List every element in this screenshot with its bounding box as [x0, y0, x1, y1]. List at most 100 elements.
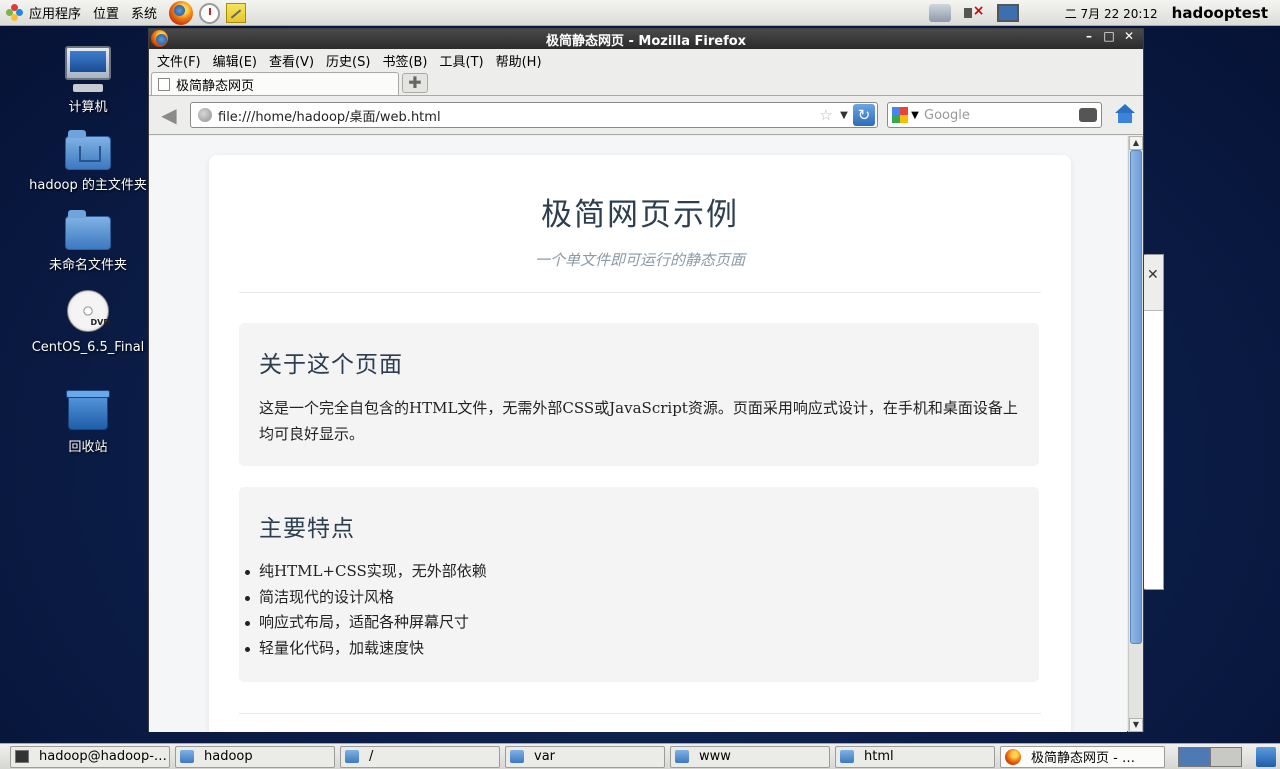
system-menu[interactable]: 系统: [125, 0, 163, 26]
task-label: hadoop@hadoop-…: [39, 749, 167, 764]
section-heading: 主要特点: [259, 516, 355, 542]
desktop-icon-computer[interactable]: 计算机: [18, 46, 158, 115]
page-subtitle: 一个单文件即可运行的静态页面: [534, 251, 745, 269]
firefox-launcher-icon[interactable]: [169, 0, 194, 25]
task-folder-www[interactable]: www: [670, 745, 830, 768]
menu-edit[interactable]: 编辑(E): [207, 51, 263, 70]
section-heading: 关于这个页面: [259, 352, 403, 378]
tab-active[interactable]: 极简静态网页: [151, 72, 399, 95]
trash-applet-icon[interactable]: [1256, 747, 1276, 767]
workspace-1[interactable]: [1178, 747, 1210, 767]
task-folder-hadoop[interactable]: hadoop: [175, 745, 335, 768]
workspace-switcher: [1178, 747, 1242, 767]
feature-list: 纯HTML+CSS实现，无外部依赖 简洁现代的设计风格 响应式布局，适配各种屏幕…: [245, 559, 487, 662]
google-icon[interactable]: [892, 107, 908, 123]
dvd-icon: [67, 290, 110, 332]
volume-muted-icon[interactable]: [963, 3, 985, 22]
task-label: var: [534, 749, 556, 764]
firefox-icon[interactable]: [151, 30, 168, 47]
page-title: 极简网页示例: [541, 197, 739, 233]
display-icon[interactable]: [996, 4, 1019, 22]
url-text[interactable]: file:///home/hadoop/桌面/web.html: [218, 106, 815, 125]
task-folder-html[interactable]: html: [835, 745, 995, 768]
navigation-toolbar: ◀ file:///home/hadoop/桌面/web.html ☆ ▼ ↻ …: [149, 96, 1143, 135]
task-label: /: [369, 749, 374, 764]
back-button[interactable]: ◀: [155, 101, 183, 129]
close-icon[interactable]: ✕: [1119, 29, 1139, 43]
section-about: 关于这个页面 这是一个完全自包含的HTML文件，无需外部CSS或JavaScri…: [239, 323, 1039, 466]
desktop-icon-untitled-folder[interactable]: 未命名文件夹: [18, 206, 158, 273]
home-folder-icon: [65, 130, 111, 170]
bottom-taskbar: hadoop@hadoop-… hadoop / var www html 极简…: [0, 743, 1280, 769]
folder-icon: [65, 210, 111, 250]
menu-help[interactable]: 帮助(H): [490, 51, 548, 70]
menu-tools[interactable]: 工具(T): [434, 51, 490, 70]
window-titlebar[interactable]: 极简静态网页 - Mozilla Firefox – □ ✕: [149, 29, 1143, 49]
user-menu[interactable]: hadooptest: [1172, 4, 1268, 22]
home-icon[interactable]: [1114, 104, 1136, 126]
top-panel: 应用程序 位置 系统 二 7月 22 20:12 hadooptest: [0, 0, 1280, 26]
menu-view[interactable]: 查看(V): [263, 51, 320, 70]
folder-icon: [180, 750, 194, 763]
desktop-icon-home[interactable]: hadoop 的主文件夹: [18, 126, 158, 193]
desktop-icon-dvd[interactable]: CentOS_6.5_Final: [18, 290, 158, 355]
firefox-icon: [1005, 748, 1021, 765]
new-tab-button[interactable]: ✚: [402, 73, 428, 93]
folder-icon: [345, 750, 359, 763]
menubar: 文件(F) 编辑(E) 查看(V) 历史(S) 书签(B) 工具(T) 帮助(H…: [149, 49, 1143, 71]
section-features: 主要特点 纯HTML+CSS实现，无外部依赖 简洁现代的设计风格 响应式布局，适…: [239, 487, 1039, 682]
task-label: 极简静态网页 - …: [1031, 751, 1135, 766]
url-dropdown-icon[interactable]: ▼: [837, 110, 851, 121]
firefox-window: 极简静态网页 - Mozilla Firefox – □ ✕ 文件(F) 编辑(…: [148, 28, 1144, 732]
menu-file[interactable]: 文件(F): [151, 51, 207, 70]
search-input[interactable]: Google: [922, 108, 1079, 123]
reload-icon[interactable]: ↻: [853, 104, 875, 126]
notes-launcher-icon[interactable]: [226, 2, 247, 23]
maximize-icon[interactable]: □: [1099, 29, 1119, 43]
divider: [239, 292, 1041, 293]
background-dialog-header: [1143, 255, 1163, 311]
terminal-icon: [15, 750, 29, 763]
scrollbar-thumb[interactable]: [1130, 150, 1142, 644]
tab-strip: 极简静态网页 ✚: [149, 71, 1143, 96]
places-menu[interactable]: 位置: [87, 0, 125, 26]
task-firefox[interactable]: 极简静态网页 - …: [1000, 745, 1165, 768]
back-arrow-icon: ◀: [161, 103, 177, 127]
bookmark-star-icon[interactable]: ☆: [815, 106, 837, 124]
task-label: html: [864, 749, 894, 764]
task-label: hadoop: [204, 749, 253, 764]
task-folder-var[interactable]: var: [505, 745, 665, 768]
globe-icon: [198, 108, 212, 122]
workspace-2[interactable]: [1210, 747, 1242, 767]
vertical-scrollbar[interactable]: ▲ ▼: [1128, 136, 1143, 732]
search-bar[interactable]: ▼ Google: [887, 102, 1102, 128]
list-item: 轻量化代码，加载速度快: [245, 636, 487, 662]
scroll-down-icon[interactable]: ▼: [1129, 718, 1143, 732]
desktop-icon-trash[interactable]: 回收站: [18, 390, 158, 455]
desktop-icon-label: CentOS_6.5_Final: [31, 340, 145, 355]
task-terminal[interactable]: hadoop@hadoop-…: [10, 745, 170, 768]
menu-history[interactable]: 历史(S): [320, 51, 376, 70]
window-title: 极简静态网页 - Mozilla Firefox: [545, 33, 747, 49]
page-card: 极简网页示例 一个单文件即可运行的静态页面 关于这个页面 这是一个完全自包含的H…: [209, 155, 1071, 732]
clock-launcher-icon[interactable]: [199, 3, 221, 24]
minimize-icon[interactable]: –: [1079, 29, 1099, 43]
page-viewport[interactable]: 极简网页示例 一个单文件即可运行的静态页面 关于这个页面 这是一个完全自包含的H…: [149, 136, 1127, 732]
places-label: 位置: [93, 7, 120, 22]
scroll-up-icon[interactable]: ▲: [1129, 136, 1143, 150]
network-icon[interactable]: [928, 4, 951, 22]
close-icon[interactable]: ✕: [1147, 267, 1159, 283]
folder-icon: [840, 750, 854, 763]
menu-bookmarks[interactable]: 书签(B): [376, 51, 433, 70]
applications-menu[interactable]: 应用程序: [0, 0, 87, 26]
url-bar[interactable]: file:///home/hadoop/桌面/web.html ☆ ▼ ↻: [190, 102, 878, 128]
section-body: 这是一个完全自包含的HTML文件，无需外部CSS或JavaScript资源。页面…: [259, 399, 1018, 443]
list-item: 纯HTML+CSS实现，无外部依赖: [245, 559, 487, 585]
folder-icon: [510, 750, 524, 763]
task-folder-root[interactable]: /: [340, 745, 500, 768]
desktop-icon-label: 计算机: [68, 100, 108, 115]
binoculars-icon[interactable]: [1079, 108, 1097, 122]
search-engine-dropdown-icon[interactable]: ▼: [908, 110, 922, 121]
page-icon: [158, 77, 170, 91]
panel-clock[interactable]: 二 7月 22 20:12: [1065, 5, 1158, 22]
